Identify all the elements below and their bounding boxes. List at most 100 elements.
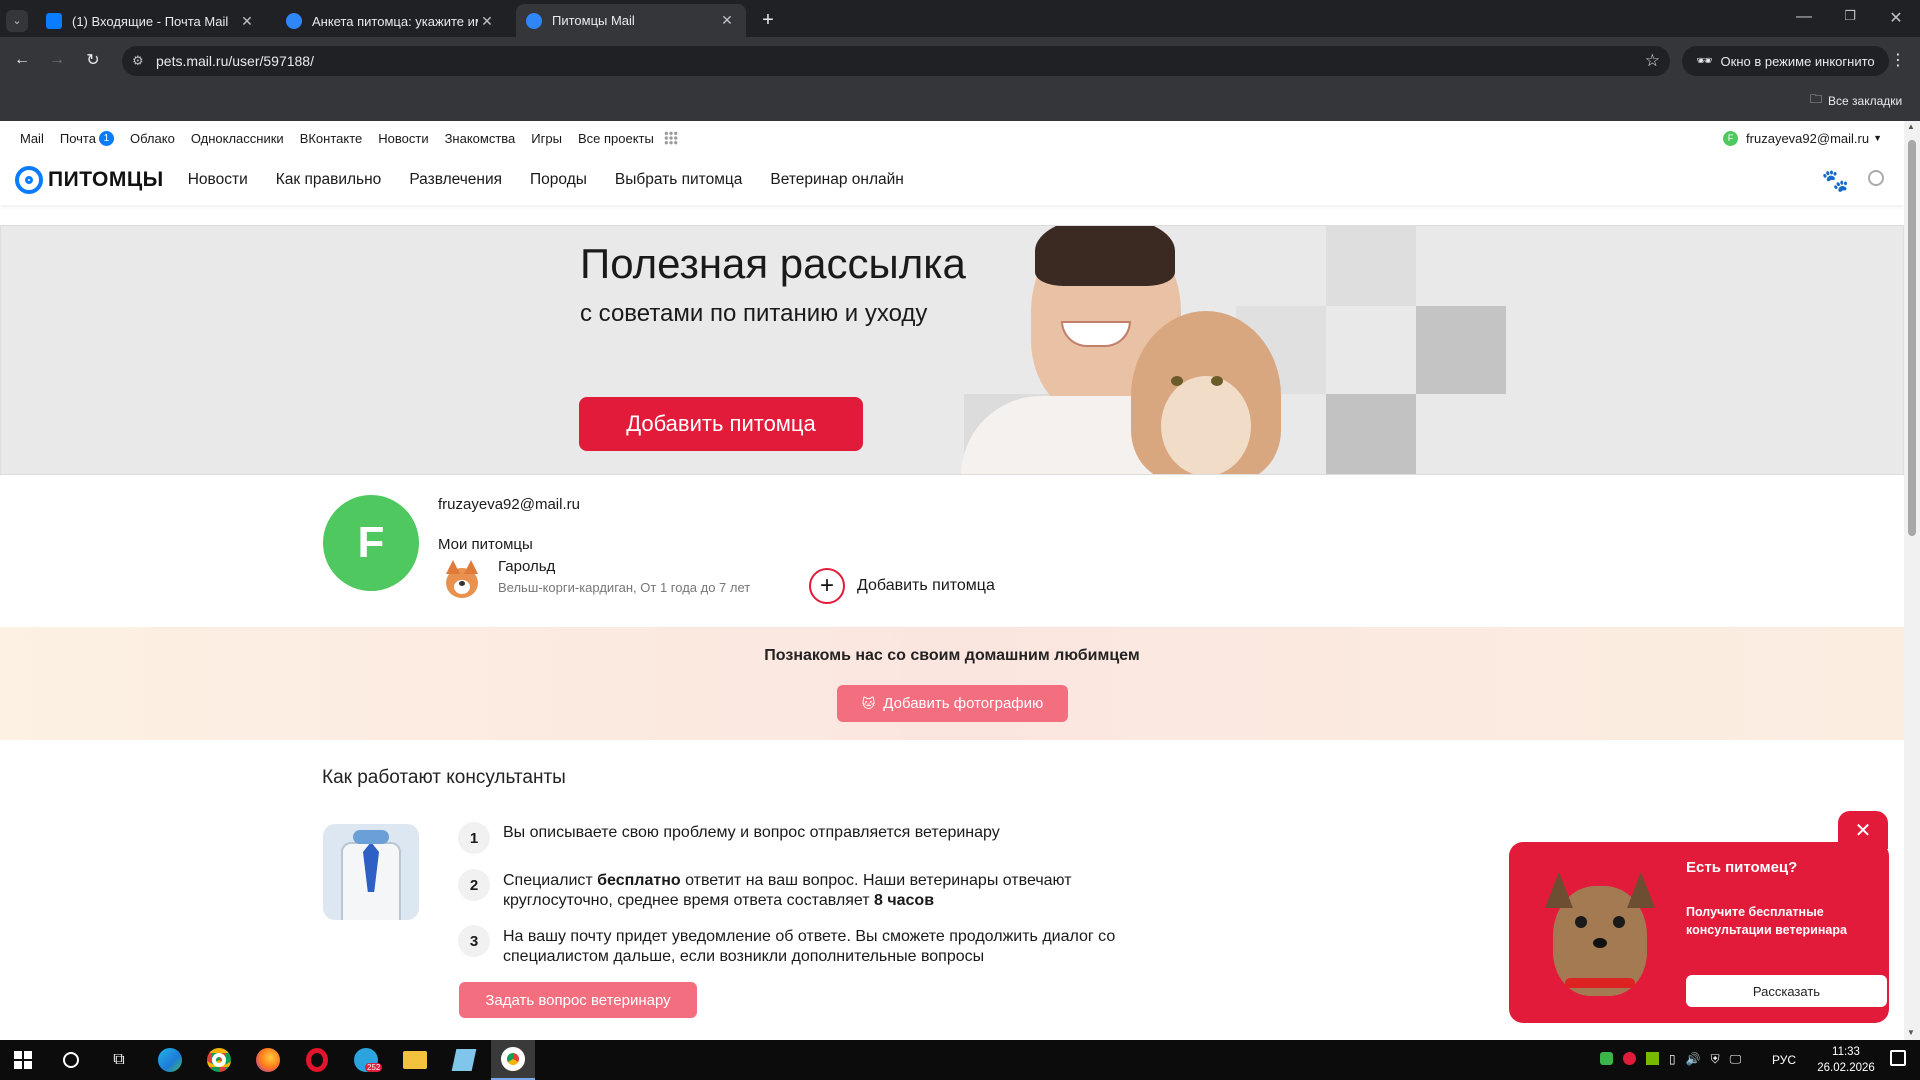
pet-name: Гарольд <box>498 558 556 575</box>
opera-icon[interactable] <box>298 1045 336 1075</box>
portal-link-ok[interactable]: Одноклассники <box>191 131 284 146</box>
nav-link-choose[interactable]: Выбрать питомца <box>615 171 743 189</box>
tab-close-icon[interactable]: ✕ <box>718 12 736 29</box>
step-text-part: Специалист <box>503 872 598 889</box>
nav-link-vet[interactable]: Ветеринар онлайн <box>770 171 903 189</box>
telegram-icon[interactable]: 252 <box>347 1045 385 1075</box>
incognito-indicator[interactable]: 🕶 Окно в режиме инкогнито <box>1682 46 1889 76</box>
firefox-icon[interactable] <box>249 1045 287 1075</box>
apps-grid-icon[interactable] <box>663 131 678 145</box>
url-text: pets.mail.ru/user/597188/ <box>156 53 314 69</box>
back-icon[interactable]: ← <box>11 51 33 69</box>
input-language[interactable]: РУС <box>1772 1053 1796 1067</box>
step-text: Специалист бесплатно ответит на ваш вопр… <box>503 871 1072 911</box>
popup-tell-button[interactable]: Рассказать <box>1686 975 1887 1007</box>
pet-description: Вельш-корги-кардиган, От 1 года до 7 лет <box>498 580 751 595</box>
portal-link-dating[interactable]: Знакомства <box>445 131 516 146</box>
incognito-label: Окно в режиме инкогнито <box>1720 53 1875 69</box>
notifications-icon[interactable] <box>1890 1050 1906 1066</box>
windows-start-icon[interactable] <box>4 1045 42 1075</box>
portal-link-all-projects[interactable]: Все проекты <box>578 131 654 146</box>
portal-link-label: Почта <box>59 130 96 146</box>
chrome-icon[interactable] <box>200 1045 238 1075</box>
logo-text: ПИТОМЦЫ <box>48 168 164 191</box>
reload-icon[interactable]: ↻ <box>82 50 104 70</box>
portal-link-pochta[interactable]: Почта 1 <box>59 130 114 146</box>
add-photo-button[interactable]: 🐱 Добавить фотографию <box>837 685 1068 722</box>
tray-icons[interactable]: ▯ 🔊 ⛨ 🖵 <box>1600 1052 1741 1067</box>
browser-chrome: ⌄ (1) Входящие - Почта Mail ✕ Анкета пит… <box>0 0 1920 121</box>
scrollbar-thumb[interactable] <box>1908 140 1916 536</box>
tab-search-chevron-icon[interactable]: ⌄ <box>6 10 28 32</box>
restore-icon[interactable]: ❐ <box>1839 8 1861 24</box>
yorkie-photo <box>1545 872 1655 1007</box>
site-nav: ПИТОМЦЫ Новости Как правильно Развлечени… <box>0 155 1904 205</box>
step-text-bold: 8 часов <box>874 892 935 909</box>
close-window-icon[interactable]: ✕ <box>1885 8 1907 28</box>
ask-vet-button[interactable]: Задать вопрос ветеринару <box>459 982 697 1018</box>
nav-link-fun[interactable]: Развлечения <box>409 171 502 189</box>
file-explorer-icon[interactable] <box>396 1045 434 1075</box>
portal-link-news[interactable]: Новости <box>378 131 428 146</box>
add-pet-link[interactable]: + Добавить питомца <box>809 568 995 604</box>
nav-link-news[interactable]: Новости <box>188 171 248 189</box>
user-menu[interactable]: F fruzayeva92@mail.ru ▼ <box>1723 130 1882 146</box>
tray-app-icon[interactable] <box>1623 1052 1636 1065</box>
minimize-icon[interactable]: — <box>1793 8 1815 26</box>
tab-mail-inbox[interactable]: (1) Входящие - Почта Mail ✕ <box>36 6 266 36</box>
step-number: 3 <box>458 925 490 957</box>
nav-link-breeds[interactable]: Породы <box>530 171 587 189</box>
step-text-line: На вашу почту придет уведомление об отве… <box>503 928 1116 945</box>
task-view-icon[interactable]: ⧉ <box>100 1045 138 1075</box>
user-mini-avatar: F <box>1723 130 1739 146</box>
edge-icon[interactable] <box>151 1045 189 1075</box>
tab-title: (1) Входящие - Почта Mail <box>72 13 229 29</box>
forward-icon[interactable]: → <box>46 51 68 69</box>
banner-subtitle: с советами по питанию и уходу <box>580 300 928 327</box>
popup-title: Есть питомец? <box>1686 859 1798 876</box>
bookmark-star-icon[interactable]: ☆ <box>1645 51 1660 71</box>
telegram-badge: 252 <box>365 1063 383 1072</box>
menu-kebab-icon[interactable]: ⋮ <box>1887 50 1909 70</box>
pets-favicon-icon <box>526 12 542 29</box>
site-info-icon[interactable]: ⚙ <box>132 53 144 69</box>
nav-link-howto[interactable]: Как правильно <box>276 171 382 189</box>
notepad-icon[interactable] <box>445 1045 483 1075</box>
pet-card[interactable]: Гарольд Вельш-корги-кардиган, От 1 года … <box>440 558 780 604</box>
portal-link-games[interactable]: Игры <box>531 131 562 146</box>
search-taskbar-icon[interactable] <box>52 1045 90 1075</box>
add-pet-banner-button[interactable]: Добавить питомца <box>579 397 863 451</box>
tab-pets-mail[interactable]: Питомцы Mail ✕ <box>516 4 746 37</box>
scroll-down-arrow-icon[interactable]: ▼ <box>1907 1028 1915 1037</box>
portal-link-cloud[interactable]: Облако <box>130 131 175 146</box>
tray-app-icon[interactable] <box>1600 1052 1613 1065</box>
newsletter-banner: Полезная рассылка с советами по питанию … <box>0 225 1904 475</box>
clock-time: 11:33 <box>1832 1046 1860 1058</box>
network-icon[interactable]: 🖵 <box>1730 1052 1742 1067</box>
shield-icon[interactable]: ⛨ <box>1711 1052 1720 1067</box>
tray-nvidia-icon[interactable] <box>1646 1052 1659 1065</box>
scroll-up-arrow-icon[interactable]: ▲ <box>1907 122 1915 131</box>
cat-face-icon: 🐱 <box>861 695 876 711</box>
paw-icon[interactable]: 🐾 <box>1822 168 1849 194</box>
tab-pet-form[interactable]: Анкета питомца: укажите имя ✕ <box>276 6 506 36</box>
chrome-active-icon[interactable] <box>491 1040 535 1080</box>
portal-link-mail[interactable]: Mail <box>20 131 44 146</box>
search-icon[interactable] <box>1868 170 1884 186</box>
bookmarks-folder[interactable]: 🗀 Все закладки <box>1810 90 1902 111</box>
step-text-part: круглосуточно, среднее время ответа сост… <box>503 892 874 909</box>
step-text-line: специалистом дальше, если возникли допол… <box>503 948 985 965</box>
address-bar[interactable]: ⚙ pets.mail.ru/user/597188/ ☆ <box>122 46 1670 76</box>
pets-logo[interactable]: ПИТОМЦЫ <box>15 166 164 194</box>
volume-icon[interactable]: 🔊 <box>1686 1052 1701 1067</box>
portal-link-vk[interactable]: ВКонтакте <box>300 131 363 146</box>
add-photo-label: Добавить фотографию <box>883 695 1044 712</box>
tab-close-icon[interactable]: ✕ <box>478 13 496 30</box>
tab-title: Питомцы Mail <box>552 13 635 28</box>
new-tab-icon[interactable]: + <box>757 9 779 32</box>
tray-usb-icon[interactable]: ▯ <box>1669 1052 1676 1067</box>
profile-section: F fruzayeva92@mail.ru Мои питомцы Гароль… <box>0 475 1904 627</box>
tab-close-icon[interactable]: ✕ <box>238 13 256 30</box>
clock[interactable]: 11:33 26.02.2026 <box>1810 1044 1882 1076</box>
user-email: fruzayeva92@mail.ru <box>1746 130 1870 146</box>
